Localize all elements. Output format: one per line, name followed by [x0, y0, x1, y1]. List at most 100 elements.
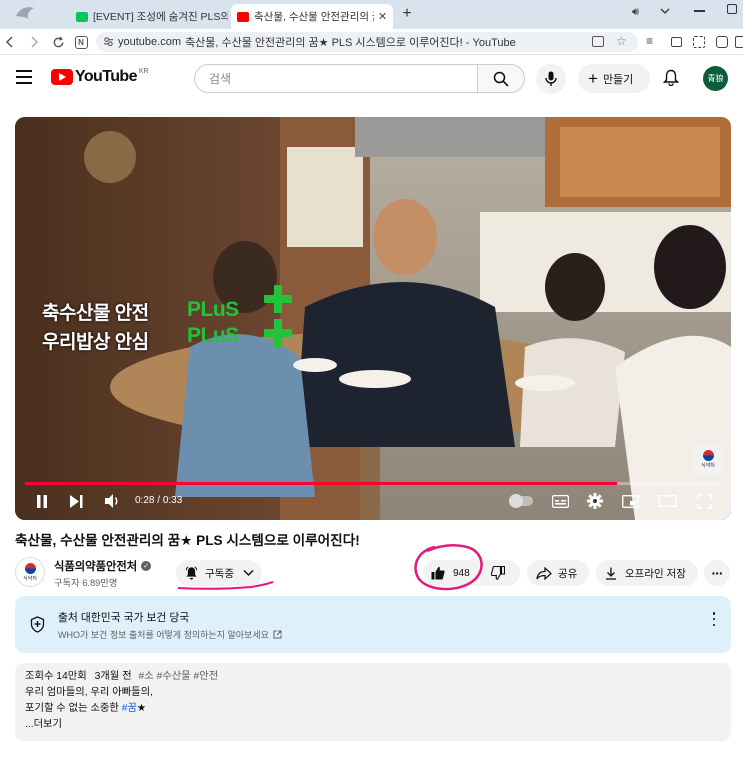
shield-icon	[30, 616, 45, 638]
channel-avatar[interactable]: 식약처	[15, 557, 45, 587]
panel-link[interactable]: WHO가 보건 정보 출처를 어떻게 정의하는지 알아보세요	[58, 628, 282, 641]
microphone-icon	[545, 71, 557, 86]
offline-save-button[interactable]: 오프라인 저장	[596, 560, 698, 586]
gear-icon	[587, 493, 603, 509]
next-icon	[69, 494, 82, 508]
address-toolbar: N youtube.com 축산물, 수산물 안전관리의 꿈★ PLS 시스템으…	[0, 29, 743, 55]
thumbs-down-icon	[491, 566, 505, 580]
tab-youtube-video[interactable]: 축산물, 수산물 안전관리의 꿈★ ✕	[231, 4, 393, 29]
create-button[interactable]: + 만들기	[578, 64, 650, 93]
reading-list-icon[interactable]: ≡	[646, 34, 653, 48]
youtube-favicon-icon	[237, 11, 249, 22]
maximize-button[interactable]	[727, 4, 737, 14]
forward-button[interactable]	[24, 32, 44, 52]
cast-icon[interactable]	[671, 37, 682, 47]
theater-mode-button[interactable]	[657, 493, 677, 509]
settings-button[interactable]	[586, 492, 604, 510]
new-tab-button[interactable]: +	[398, 5, 416, 23]
description-stats: 조회수 14만회 3개월 전 #소 #수산물 #안전	[25, 669, 731, 685]
share-button[interactable]: 공유	[527, 560, 589, 586]
pause-button[interactable]	[33, 492, 51, 510]
plus-icon: +	[588, 68, 598, 88]
fullscreen-button[interactable]	[695, 493, 713, 509]
tab-title: [EVENT] 조성에 숨겨진 PLS의 비	[93, 11, 228, 23]
youtube-wordmark: YouTube	[75, 68, 137, 85]
view-count: 조회수 14만회	[25, 671, 87, 682]
time-display: 0:28 / 0:33	[135, 495, 183, 506]
subtitles-icon	[551, 494, 569, 508]
bookmark-icon[interactable]: ☆	[616, 34, 627, 48]
plus-logo-graphic: PLuS PLuS	[187, 297, 239, 349]
channel-name[interactable]: 식품의약품안전처 ✓	[54, 558, 152, 574]
avatar[interactable]: 青狼	[703, 66, 728, 91]
address-page-title: 축산물, 수산물 안전관리의 꿈★ PLS 시스템으로 이루어진다! - You…	[184, 37, 516, 49]
subtitles-button[interactable]	[551, 493, 569, 509]
screenshot-icon[interactable]	[693, 36, 705, 48]
channel-watermark: 식약처	[693, 444, 723, 474]
miniplayer-icon	[621, 494, 639, 508]
fullscreen-icon	[696, 493, 712, 509]
volume-button[interactable]	[103, 492, 123, 510]
description-box[interactable]: 조회수 14만회 3개월 전 #소 #수산물 #안전 우리 엄마들의, 우리 아…	[15, 663, 731, 741]
address-field[interactable]: youtube.com 축산물, 수산물 안전관리의 꿈★ PLS 시스템으로 …	[96, 32, 638, 52]
tab-title: 축산물, 수산물 안전관리의 꿈★	[254, 11, 374, 23]
site-info-icon[interactable]	[103, 36, 114, 50]
tab-close-icon[interactable]: ✕	[378, 10, 387, 23]
hashtags: #소 #수산물 #안전	[138, 671, 219, 682]
youtube-play-icon	[51, 69, 73, 85]
video-player[interactable]: 축수산물 안전 우리밥상 안심 PLuS PLuS 식약처 0:28 / 0:3…	[15, 117, 731, 520]
install-app-icon[interactable]	[592, 36, 604, 47]
slogan-line-2: 우리밥상 안심	[42, 332, 149, 353]
youtube-logo[interactable]: YouTube KR	[51, 68, 149, 86]
panel-menu-icon[interactable]	[711, 612, 717, 626]
reload-button[interactable]	[48, 32, 68, 52]
back-button[interactable]	[0, 32, 20, 52]
menu-icon[interactable]	[16, 70, 32, 84]
panel-title: 출처 대한민국 국가 보건 당국	[58, 612, 190, 624]
speaker-icon[interactable]: 🔊︎	[632, 6, 639, 19]
browser-tab-bar: [EVENT] 조성에 숨겨진 PLS의 비 축산물, 수산물 안전관리의 꿈★…	[0, 0, 743, 29]
miniplayer-button[interactable]	[621, 493, 639, 509]
naver-home-icon[interactable]: N	[71, 32, 91, 52]
video-title: 축산물, 수산물 안전관리의 꿈★ PLS 시스템으로 이루어진다!	[15, 533, 360, 548]
notifications-bell-icon[interactable]	[662, 69, 680, 91]
naver-favicon-icon	[76, 11, 88, 22]
description-line-2: 포기할 수 없는 소중한 #꿈★	[25, 703, 147, 714]
pause-icon	[37, 494, 47, 508]
region-code: KR	[138, 67, 149, 75]
video-progress-bar[interactable]	[25, 482, 721, 485]
search-input[interactable]: 검색	[194, 64, 478, 93]
korea-emblem-icon	[24, 562, 36, 574]
sidebar-icon[interactable]	[735, 36, 743, 48]
share-icon	[536, 566, 552, 580]
address-host: youtube.com	[118, 36, 181, 48]
description-line-1: 우리 엄마들의, 우리 아빠들의,	[25, 687, 153, 698]
annotation-circle	[409, 543, 487, 593]
plus-cross-graphic	[261, 285, 295, 349]
search-button[interactable]	[477, 64, 525, 93]
chevron-down-icon[interactable]	[659, 4, 673, 18]
upload-date: 3개월 전	[94, 671, 132, 682]
search-icon	[493, 71, 509, 87]
video-progress-fill	[25, 482, 617, 485]
verified-check-icon: ✓	[141, 561, 152, 571]
autoplay-toggle[interactable]	[509, 494, 533, 508]
volume-icon	[105, 494, 118, 508]
plus-text-1: PLuS	[187, 298, 239, 321]
bell-icon	[185, 566, 198, 580]
external-link-icon	[273, 630, 282, 639]
download-icon	[606, 567, 616, 580]
next-button[interactable]	[67, 492, 85, 510]
minimize-button[interactable]	[694, 10, 705, 12]
voice-search-button[interactable]	[536, 64, 566, 94]
chevron-down-icon	[243, 570, 254, 576]
show-more-link[interactable]: ...더보기	[25, 717, 731, 733]
bird-logo-icon	[14, 4, 36, 24]
hashtag-link[interactable]: #꿈	[122, 703, 137, 714]
youtube-header: YouTube KR 검색 + 만들기 青狼	[0, 56, 743, 100]
more-actions-button[interactable]: ···	[704, 560, 730, 586]
extensions-icon[interactable]	[716, 36, 728, 48]
tab-pls-event[interactable]: [EVENT] 조성에 숨겨진 PLS의 비	[70, 4, 228, 29]
plus-text-2: PLuS	[187, 324, 239, 347]
subscriber-count: 구독자 6.89만명	[54, 578, 118, 588]
